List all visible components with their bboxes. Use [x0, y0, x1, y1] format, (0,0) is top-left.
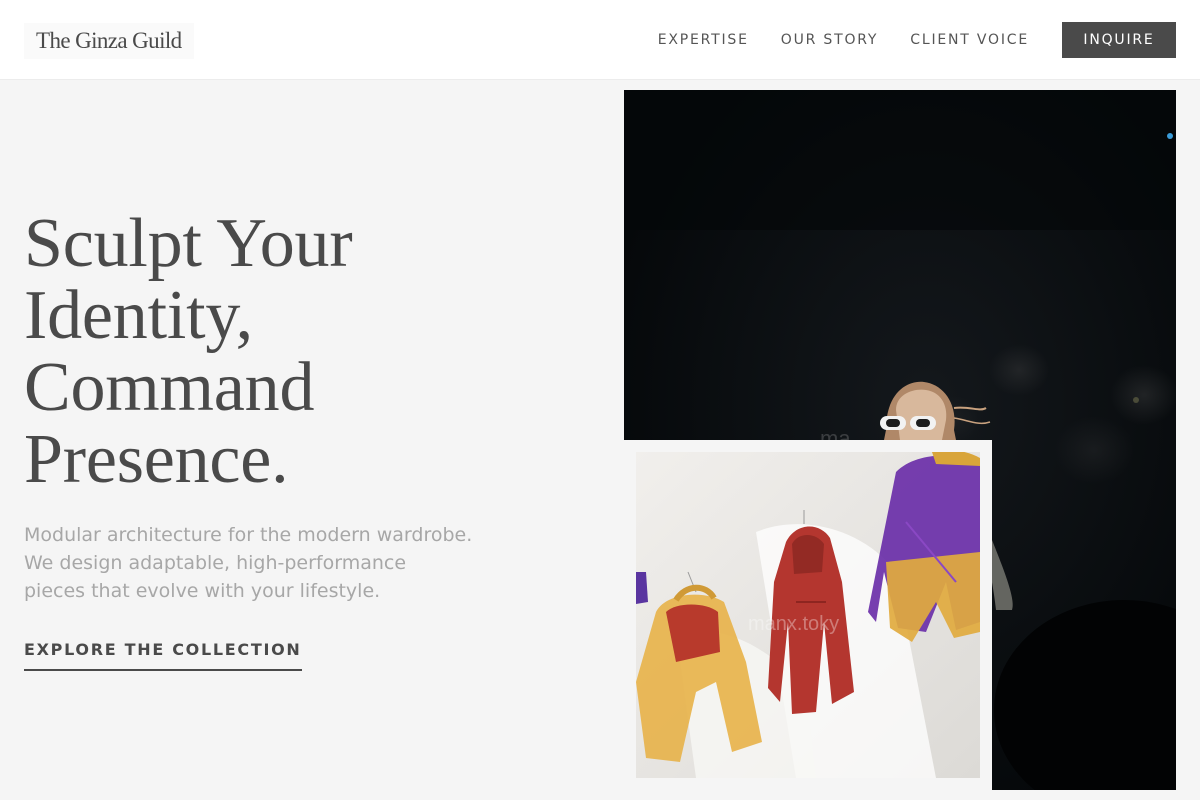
nav-link-expertise[interactable]: EXPERTISE — [658, 22, 749, 58]
hero-headline: Sculpt Your Identity, Command Presence. — [24, 208, 544, 496]
explore-collection-link[interactable]: EXPLORE THE COLLECTION — [24, 640, 302, 671]
jackets-watermark: manx.toky — [748, 613, 839, 635]
hero-subtitle: Modular architecture for the modern ward… — [24, 521, 494, 605]
main-nav: EXPERTISE OUR STORY CLIENT VOICE INQUIRE — [658, 22, 1176, 58]
nav-link-our-story[interactable]: OUR STORY — [781, 22, 879, 58]
headline-line: Presence. — [24, 421, 289, 498]
subtitle-line: Modular architecture for the modern ward… — [24, 524, 473, 546]
subtitle-line: pieces that evolve with your lifestyle. — [24, 580, 381, 602]
brand-logo[interactable]: The Ginza Guild — [24, 23, 194, 59]
inquire-button[interactable]: INQUIRE — [1062, 22, 1176, 58]
headline-line: Identity, — [24, 277, 253, 354]
headline-line: Command — [24, 349, 315, 426]
jackets-photo: manx.toky — [636, 452, 980, 778]
nav-link-client-voice[interactable]: CLIENT VOICE — [910, 22, 1029, 58]
site-header: The Ginza Guild EXPERTISE OUR STORY CLIE… — [0, 0, 1200, 80]
subtitle-line: We design adaptable, high-performance — [24, 552, 407, 574]
headline-line: Sculpt Your — [24, 205, 353, 282]
